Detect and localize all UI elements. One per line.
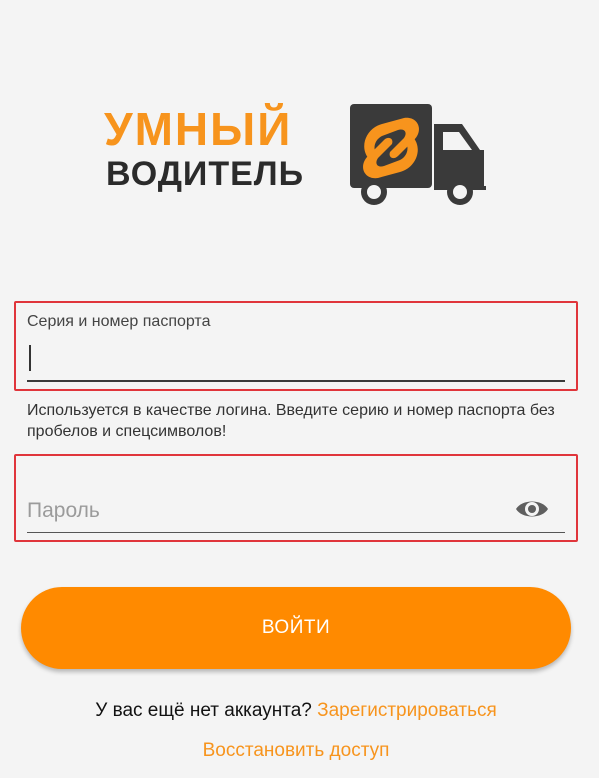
signup-row: У вас ещё нет аккаунта? Зарегистрировать… xyxy=(0,700,592,722)
login-button[interactable]: ВОЙТИ xyxy=(21,587,571,669)
logo-text-line2: ВОДИТЕЛЬ xyxy=(106,155,305,193)
passport-helper-text: Используется в качестве логина. Введите … xyxy=(27,402,555,440)
logo-text-line1: УМНЫЙ xyxy=(104,103,293,155)
password-input[interactable] xyxy=(27,490,565,533)
signup-link[interactable]: Зарегистрироваться xyxy=(317,700,497,721)
passport-input[interactable] xyxy=(27,340,565,382)
app-logo: УМНЫЙ ВОДИТЕЛЬ xyxy=(104,100,494,212)
text-cursor xyxy=(29,345,31,371)
eye-icon[interactable] xyxy=(514,496,550,522)
truck-logo-icon xyxy=(350,104,486,205)
restore-access-link[interactable]: Восстановить доступ xyxy=(0,740,592,762)
passport-field-label: Серия и номер паспорта xyxy=(27,313,211,330)
signup-prompt: У вас ещё нет аккаунта? xyxy=(95,700,312,721)
